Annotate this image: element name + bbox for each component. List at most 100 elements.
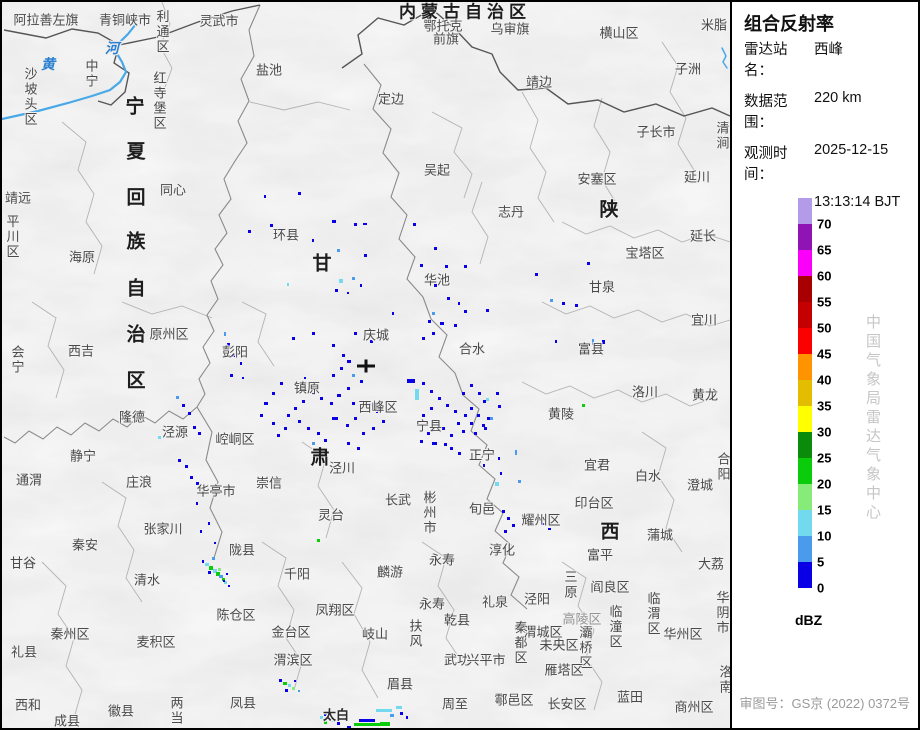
legend-tick-label: 0	[817, 581, 824, 596]
map-label: 甘	[312, 255, 331, 274]
legend-swatch	[798, 276, 812, 302]
radar-echo	[260, 414, 263, 417]
radar-echo	[478, 392, 481, 395]
radar-echo	[428, 320, 431, 323]
radar-echo	[490, 417, 493, 420]
map-label: 礼县	[11, 646, 37, 659]
map-label: 区	[126, 372, 145, 391]
radar-echo	[362, 432, 365, 435]
radar-echo	[464, 265, 467, 268]
radar-echo	[360, 284, 362, 287]
radar-echo	[240, 362, 242, 365]
map-label: 靖边	[526, 76, 552, 89]
map-label: 岐山	[362, 628, 388, 641]
map-label: 蓝田	[617, 691, 643, 704]
radar-echo	[339, 279, 343, 283]
map-label: 红寺堡区	[153, 71, 166, 131]
radar-echo	[200, 530, 202, 533]
radar-echo	[230, 374, 233, 377]
radar-echo	[205, 563, 209, 566]
map-label: 河	[105, 41, 119, 55]
radar-echo	[487, 417, 490, 420]
map-label: 澄城	[687, 479, 713, 492]
map-label: 利通区	[156, 10, 169, 55]
legend-tick-label: 10	[817, 529, 831, 544]
map-label: 黄	[41, 57, 55, 71]
map-label: 灵台	[318, 509, 344, 522]
legend-tick-label: 65	[817, 243, 831, 258]
radar-echo	[219, 575, 223, 578]
radar-echo	[209, 566, 213, 570]
radar-echo	[294, 680, 296, 682]
map-label: 淳化	[489, 544, 515, 557]
radar-echo	[198, 432, 201, 435]
radar-echo	[363, 223, 367, 225]
map-label: 肃	[310, 449, 329, 468]
radar-echo	[228, 585, 230, 587]
radar-echo	[457, 422, 460, 425]
radar-echo	[477, 414, 480, 417]
map-label: 千阳	[284, 568, 310, 581]
radar-echo	[304, 377, 306, 379]
radar-echo	[486, 398, 489, 401]
radar-echo	[337, 394, 341, 397]
radar-echo	[390, 714, 394, 717]
radar-echo	[337, 249, 340, 252]
map-label: 横山区	[599, 27, 638, 40]
legend-swatch	[798, 458, 812, 484]
map-label: 雁塔区	[544, 664, 583, 677]
map-label: 眉县	[387, 678, 413, 691]
map-label: 麟游	[377, 566, 403, 579]
radar-echo	[264, 402, 268, 405]
radar-echo	[430, 390, 433, 393]
radar-echo	[359, 719, 375, 722]
map-label: 庄浪	[126, 476, 152, 489]
map-label: 三原	[564, 570, 577, 600]
radar-echo	[400, 712, 403, 715]
map-label: 西	[600, 523, 619, 542]
radar-echo	[212, 557, 215, 560]
map-label: 金台区	[271, 626, 310, 639]
radar-echo	[298, 192, 301, 195]
legend-tick-label: 20	[817, 477, 831, 492]
radar-echo	[317, 432, 320, 435]
radar-echo	[193, 426, 196, 429]
radar-echo	[354, 723, 380, 726]
radar-echo	[454, 324, 457, 327]
radar-echo	[352, 402, 355, 405]
map-label: 安塞区	[577, 173, 616, 186]
map-label: 清水	[134, 574, 160, 587]
map-label: 黄陵	[548, 408, 574, 421]
radar-echo	[312, 442, 315, 445]
dbz-legend: 7065605550454035302520151050	[732, 2, 918, 728]
radar-echo	[264, 195, 266, 198]
radar-echo	[430, 407, 433, 410]
map-label: 蒲城	[647, 529, 673, 542]
radar-echo	[396, 706, 402, 709]
radar-echo	[470, 407, 473, 410]
radar-echo	[587, 262, 590, 265]
radar-echo	[482, 424, 485, 427]
radar-echo	[346, 424, 349, 427]
radar-echo	[294, 407, 297, 410]
map-label: 甘泉	[589, 281, 615, 294]
radar-echo	[312, 332, 315, 335]
radar-echo	[464, 310, 467, 313]
map-label: 阎良区	[590, 581, 629, 594]
map-label: 同心	[160, 184, 186, 197]
map-label: 宜君	[584, 459, 610, 472]
radar-echo	[562, 302, 565, 305]
map-label: 隆德	[119, 411, 145, 424]
radar-echo	[515, 450, 517, 455]
map-label: 清涧	[716, 121, 729, 151]
map-label: 夏	[126, 143, 145, 162]
map-label: 永寿	[419, 598, 445, 611]
radar-echo	[317, 539, 320, 542]
radar-echo	[495, 482, 499, 486]
map-label: 合水	[459, 343, 485, 356]
radar-echo	[502, 510, 505, 513]
radar-echo	[226, 573, 228, 575]
map-label: 海原	[69, 251, 95, 264]
map-label: 原州区	[149, 328, 188, 341]
legend-tick-label: 55	[817, 295, 831, 310]
